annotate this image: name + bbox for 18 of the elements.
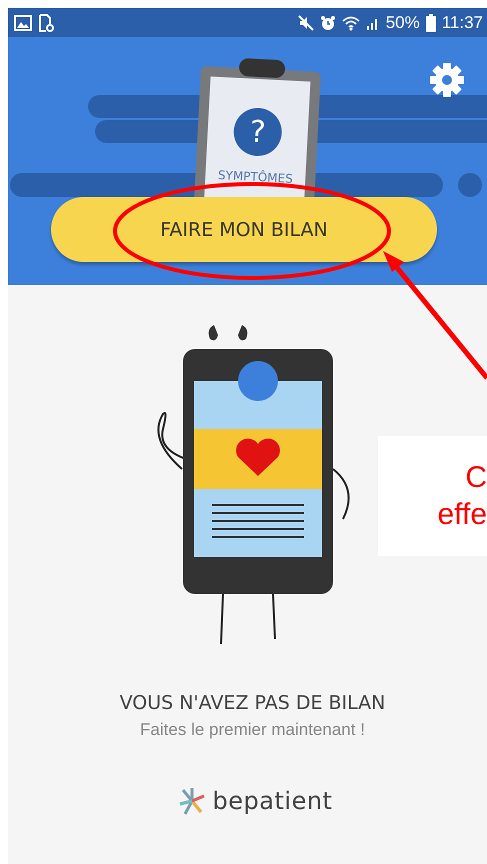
battery-icon bbox=[426, 14, 436, 32]
empty-state-subtitle: Faites le premier maintenant ! bbox=[140, 720, 365, 740]
brand-name: bepatient bbox=[212, 787, 332, 815]
callout-text: effe bbox=[438, 498, 487, 531]
battery-percentage: 50% bbox=[386, 12, 420, 32]
image-icon bbox=[14, 14, 32, 30]
question-mark: ? bbox=[248, 114, 267, 150]
mute-icon bbox=[298, 14, 314, 30]
status-time: 11:37 bbox=[442, 12, 483, 32]
empty-state-title: VOUS N'AVEZ PAS DE BILAN bbox=[120, 692, 386, 714]
callout-text: C bbox=[465, 461, 487, 494]
logo-icon bbox=[176, 786, 207, 816]
document-icon bbox=[38, 14, 54, 32]
alarm-icon bbox=[320, 14, 336, 30]
clipboard-label: SYMPTÔMES bbox=[218, 168, 294, 186]
settings-icon[interactable] bbox=[429, 62, 465, 98]
wifi-icon bbox=[342, 14, 360, 30]
start-checkup-button[interactable]: FAIRE MON BILAN bbox=[51, 197, 437, 262]
